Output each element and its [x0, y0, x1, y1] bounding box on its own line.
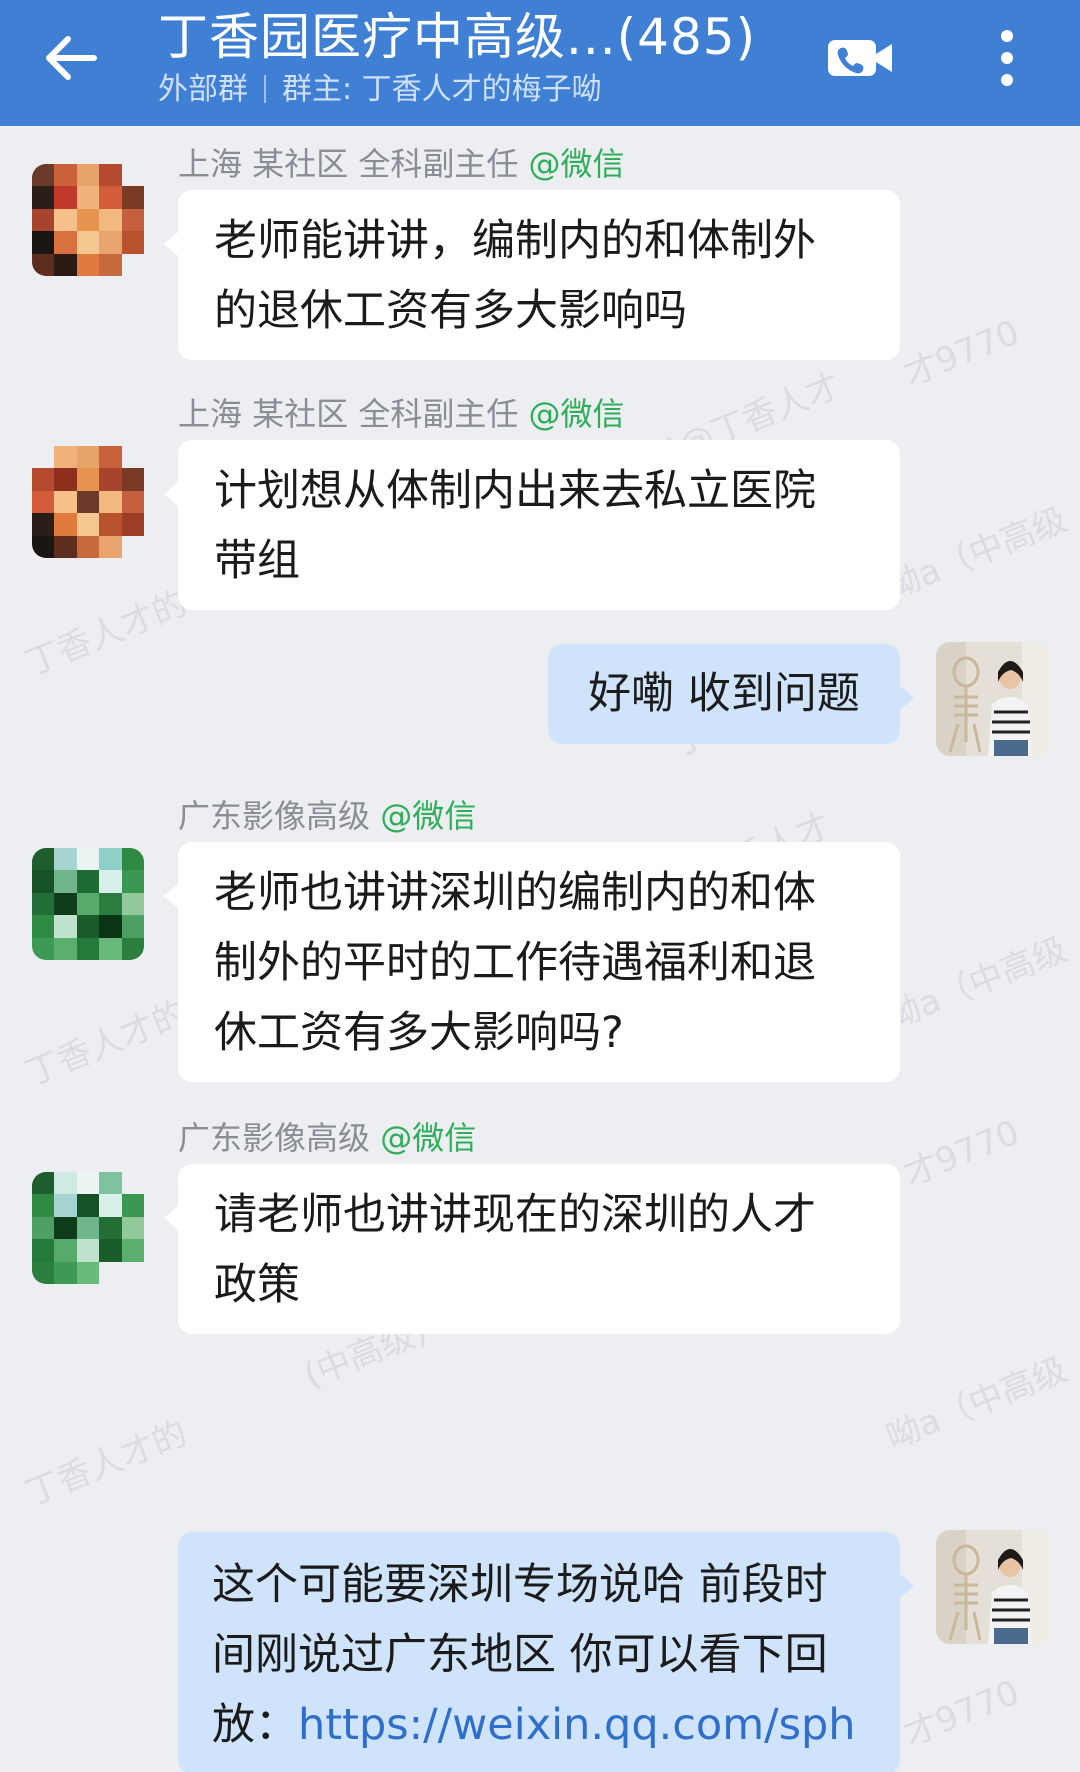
message-line: 休工资有多大影响吗?	[214, 1008, 624, 1058]
group-title[interactable]: 丁香园医疗中高级...(485)	[158, 6, 756, 68]
watermark-text: 呦a（中高级	[880, 1349, 1073, 1459]
watermark-text: 丁香人才的	[20, 583, 193, 685]
message-bubble[interactable]: 老师能讲讲，编制内的和体制外 的退休工资有多大影响吗	[164, 190, 900, 360]
person-photo-icon	[936, 642, 1050, 756]
message-bubble-outgoing[interactable]: 好嘞 收到问题	[548, 644, 914, 744]
video-call-icon[interactable]	[826, 34, 896, 82]
message-line: 间刚说过广东地区 你可以看下回	[212, 1630, 828, 1680]
sender-label: 上海 某社区 全科副主任	[178, 145, 519, 183]
message-line: 放：https://weixin.qq.com/sph	[212, 1690, 866, 1760]
sender-name: 上海 某社区 全科副主任 @微信	[178, 394, 625, 434]
group-type-label: 外部群	[158, 72, 248, 107]
sender-label: 广东影像高级	[178, 797, 371, 835]
wechat-tag: @微信	[528, 145, 625, 183]
watermark-text: 丁香人才的	[20, 993, 193, 1095]
sender-name: 上海 某社区 全科副主任 @微信	[178, 144, 625, 184]
message-list[interactable]: 丁香人才的 的梅子呦)@丁香人才 才9770 呦a（中高级 丁香人才的 的梅子呦…	[0, 126, 1080, 1772]
sender-name: 广东影像高级 @微信	[178, 796, 476, 836]
message-line: 老师也讲讲深圳的编制内的和体	[214, 868, 816, 918]
message-line: 制外的平时的工作待遇福利和退	[214, 938, 816, 988]
message-line: 计划想从体制内出来去私立医院	[214, 466, 816, 516]
wechat-tag: @微信	[380, 1119, 477, 1157]
watermark-text: 呦a（中高级	[880, 499, 1073, 609]
watermark-text: 丁香人才的	[20, 1413, 193, 1515]
more-vertical-icon[interactable]	[990, 26, 1024, 90]
avatar[interactable]	[32, 164, 144, 276]
replay-link[interactable]: https://weixin.qq.com/sph	[298, 1700, 856, 1750]
self-avatar[interactable]	[936, 1530, 1050, 1644]
message-text: 放：	[212, 1700, 298, 1750]
avatar[interactable]	[32, 1172, 144, 1284]
avatar[interactable]	[32, 446, 144, 558]
watermark-text: 才9770	[898, 312, 1025, 395]
message-line: 老师能讲讲，编制内的和体制外	[214, 216, 816, 266]
wechat-tag: @微信	[380, 797, 477, 835]
watermark-text: 呦a（中高级	[880, 929, 1073, 1039]
group-subtitle: 外部群 群主: 丁香人才的梅子呦	[158, 70, 602, 110]
message-line: 的退休工资有多大影响吗	[214, 286, 687, 336]
message-bubble[interactable]: 计划想从体制内出来去私立医院 带组	[164, 440, 900, 610]
sender-label: 广东影像高级	[178, 1119, 371, 1157]
avatar[interactable]	[32, 848, 144, 960]
message-line: 好嘞 收到问题	[588, 669, 860, 719]
wechat-tag: @微信	[528, 395, 625, 433]
sender-name: 广东影像高级 @微信	[178, 1118, 476, 1158]
message-line: 请老师也讲讲现在的深圳的人才	[214, 1190, 816, 1240]
message-bubble[interactable]: 老师也讲讲深圳的编制内的和体 制外的平时的工作待遇福利和退 休工资有多大影响吗?	[164, 842, 900, 1082]
message-bubble-outgoing[interactable]: 这个可能要深圳专场说哈 前段时 间刚说过广东地区 你可以看下回 放：https:…	[178, 1532, 914, 1772]
message-line: 政策	[214, 1260, 300, 1310]
message-line: 这个可能要深圳专场说哈 前段时	[212, 1560, 828, 1610]
chat-header: 丁香园医疗中高级...(485) 外部群 群主: 丁香人才的梅子呦	[0, 0, 1080, 126]
subtitle-divider	[264, 75, 266, 103]
message-bubble[interactable]: 请老师也讲讲现在的深圳的人才 政策	[164, 1164, 900, 1334]
sender-label: 上海 某社区 全科副主任	[178, 395, 519, 433]
group-owner-label: 群主: 丁香人才的梅子呦	[282, 72, 602, 107]
arrow-left-icon[interactable]	[40, 26, 104, 90]
person-photo-icon	[936, 1530, 1050, 1644]
message-line: 带组	[214, 536, 300, 586]
watermark-text: 才9770	[898, 1672, 1025, 1755]
watermark-text: 才9770	[898, 1112, 1025, 1195]
self-avatar[interactable]	[936, 642, 1050, 756]
